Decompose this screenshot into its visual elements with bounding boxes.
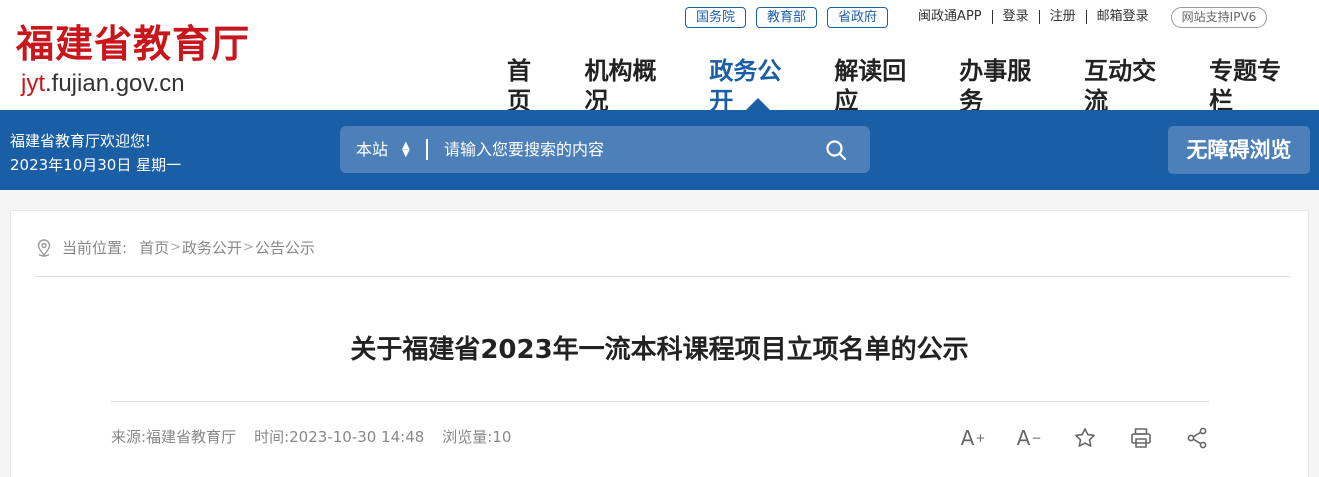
article-panel: 当前位置: 首页 > 政务公开 > 公告公示 关于福建省2023年一流本科课程项…: [10, 210, 1309, 477]
chevron-right-icon: >: [243, 240, 254, 255]
search-scope-select[interactable]: 本站: [356, 126, 388, 173]
nav-interpretation[interactable]: 解读回应: [834, 56, 929, 116]
pill-guowuyuan[interactable]: 国务院: [685, 6, 747, 28]
nav-services[interactable]: 办事服务: [959, 56, 1054, 116]
article-meta: 来源:福建省教育厅 时间:2023-10-30 14:48 浏览量:10: [111, 427, 511, 447]
article-tools: A + A −: [959, 425, 1211, 451]
nav-about[interactable]: 机构概况: [584, 56, 679, 116]
nav-interaction[interactable]: 互动交流: [1084, 56, 1179, 116]
pill-jiaoyubu[interactable]: 教育部: [756, 6, 818, 28]
link-mzt-app[interactable]: 闽政通APP: [908, 10, 993, 24]
divider: [35, 276, 1290, 277]
active-nav-indicator: [746, 98, 770, 110]
site-logo-url[interactable]: jyt.fujian.gov.cn: [21, 70, 185, 98]
star-icon[interactable]: [1071, 425, 1099, 451]
share-icon[interactable]: [1183, 425, 1211, 451]
article-views: 浏览量:10: [442, 428, 512, 446]
ipv6-badge: 网站支持IPV6: [1170, 6, 1268, 28]
divider: [111, 401, 1209, 402]
welcome-block: 福建省教育厅欢迎您! 2023年10月30日 星期一: [10, 129, 181, 177]
search-input[interactable]: [444, 126, 814, 173]
updown-arrows-icon[interactable]: ▲ ▼: [402, 141, 410, 159]
breadcrumb-gov-info[interactable]: 政务公开: [182, 238, 242, 258]
nav-topics[interactable]: 专题专栏: [1209, 56, 1304, 116]
site-logo-title[interactable]: 福建省教育厅: [16, 20, 250, 68]
nav-home[interactable]: 首页: [507, 56, 554, 116]
chevron-right-icon: >: [170, 240, 181, 255]
top-links: 国务院 教育部 省政府 闽政通APP 登录 注册 邮箱登录 网站支持IPV6: [685, 6, 1268, 28]
breadcrumb-home[interactable]: 首页: [139, 238, 169, 258]
breadcrumb-label: 当前位置:: [62, 239, 128, 257]
print-icon[interactable]: [1127, 425, 1155, 451]
accessibility-button[interactable]: 无障碍浏览: [1168, 126, 1310, 174]
page: 福建省教育厅 jyt.fujian.gov.cn 国务院 教育部 省政府 闽政通…: [0, 0, 1319, 477]
location-pin-icon: [37, 239, 51, 257]
link-login[interactable]: 登录: [993, 10, 1040, 24]
link-mail-login[interactable]: 邮箱登录: [1087, 10, 1159, 24]
search-divider: [426, 139, 428, 160]
search-box: 本站 ▲ ▼: [340, 126, 870, 173]
article-source: 来源:福建省教育厅: [111, 428, 237, 446]
main-nav: 首页 机构概况 政务公开 解读回应 办事服务 互动交流 专题专栏: [492, 56, 1319, 116]
article-time: 时间:2023-10-30 14:48: [254, 428, 425, 446]
logo-url-rest: .fujian.gov.cn: [45, 70, 185, 97]
font-decrease-icon[interactable]: A −: [1015, 425, 1043, 451]
breadcrumb: 当前位置: 首页 > 政务公开 > 公告公示: [35, 238, 315, 258]
article-title: 关于福建省2023年一流本科课程项目立项名单的公示: [350, 335, 969, 365]
font-increase-icon[interactable]: A +: [959, 425, 987, 451]
logo-url-prefix: jyt: [21, 70, 45, 97]
search-bar-band: 福建省教育厅欢迎您! 2023年10月30日 星期一 本站 ▲▼ 无障碍浏览: [0, 110, 1319, 190]
search-icon[interactable]: [824, 138, 848, 162]
current-date: 2023年10月30日 星期一: [10, 156, 182, 174]
pill-shengzhengfu[interactable]: 省政府: [827, 6, 889, 28]
link-register[interactable]: 注册: [1040, 10, 1087, 24]
site-header: 福建省教育厅 jyt.fujian.gov.cn 国务院 教育部 省政府 闽政通…: [0, 0, 1319, 115]
welcome-text: 福建省教育厅欢迎您!: [10, 132, 152, 150]
breadcrumb-notices[interactable]: 公告公示: [255, 238, 315, 258]
